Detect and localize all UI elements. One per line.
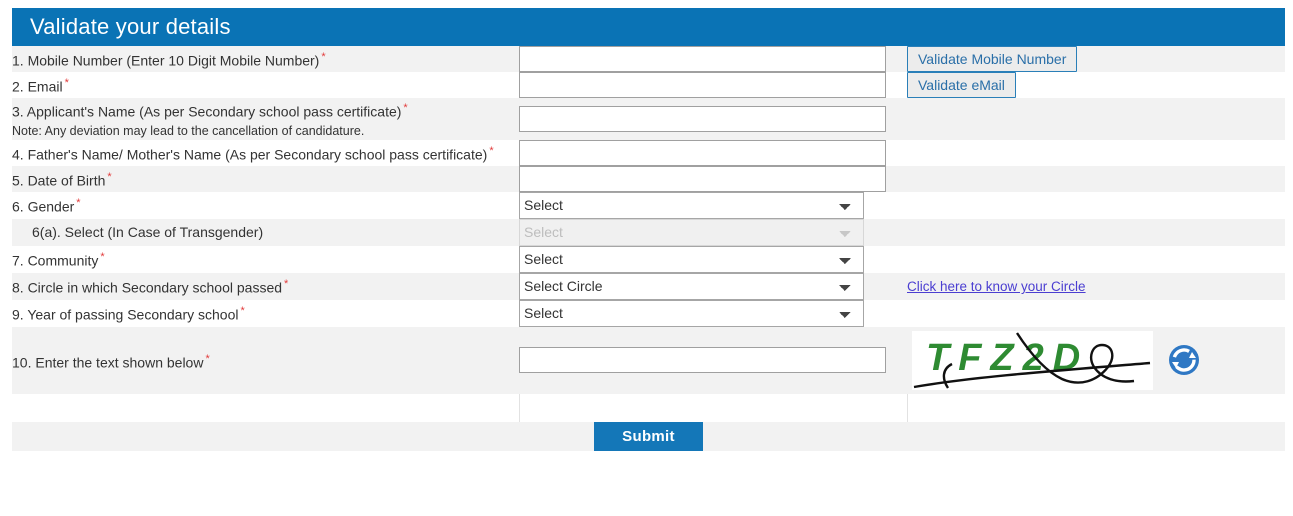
spacer-cell-left [12,394,520,423]
row-label-cell: 4. Father's Name/ Mother's Name (As per … [12,139,519,166]
form-rows: 1. Mobile Number (Enter 10 Digit Mobile … [12,46,1285,452]
table-row: 1. Mobile Number (Enter 10 Digit Mobile … [12,46,1285,72]
required-asterisk: * [403,102,408,114]
field-label: 4. Father's Name/ Mother's Name (As per … [12,146,488,163]
page-root: Validate your details 1. Mobile Number (… [0,0,1293,516]
submit-cell: Submit [12,422,1285,452]
row-label-cell: 1. Mobile Number (Enter 10 Digit Mobile … [12,46,519,72]
row-field-cell [519,165,907,192]
field-label: 10. Enter the text shown below [12,354,204,371]
required-asterisk: * [64,77,69,90]
table-row: 6(a). Select (In Case of Transgender) Se… [12,218,1285,246]
row-field-cell: Select [519,218,907,246]
captcha-noise-lines [913,332,1151,389]
field-label: 7. Community [12,252,99,269]
required-asterisk: * [76,197,81,210]
table-row: 10. Enter the text shown below * TFZ2D [12,326,1285,395]
gender-select[interactable]: Select [519,191,864,219]
field-label: 2. Email [12,78,63,95]
row-label-cell: 9. Year of passing Secondary school * [12,299,519,327]
field-label: 3. Applicant's Name (As per Secondary sc… [12,103,402,120]
required-asterisk: * [100,251,105,264]
validate-email-button[interactable]: Validate eMail [907,72,1016,98]
required-asterisk: * [321,51,326,64]
required-asterisk: * [284,278,289,291]
field-label: 8. Circle in which Secondary school pass… [12,279,283,296]
year-of-passing-select[interactable]: Select [519,299,864,327]
refresh-icon[interactable] [1167,343,1201,377]
validate-details-panel: Validate your details 1. Mobile Number (… [12,8,1285,452]
row-extra-cell: Validate Mobile Number [907,46,1285,72]
table-row: 9. Year of passing Secondary school * Sel… [12,299,1285,327]
know-your-circle-link[interactable]: Click here to know your Circle [907,279,1086,294]
row-field-cell [519,72,907,98]
circle-select[interactable]: Select Circle [519,272,864,300]
required-asterisk: * [240,305,245,318]
spacer-cell-right [907,394,1285,423]
row-field-cell: Select [519,191,907,219]
row-label-cell: 6. Gender * [12,191,519,219]
row-extra-cell [907,245,1285,273]
parent-name-input[interactable] [519,139,886,166]
row-label-cell: 5. Date of Birth * [12,165,519,192]
row-field-cell [519,326,907,395]
field-label: 9. Year of passing Secondary school [12,306,239,323]
mobile-number-input[interactable] [519,46,886,72]
row-extra-cell [907,191,1285,219]
validate-mobile-number-button[interactable]: Validate Mobile Number [907,46,1078,72]
applicant-name-input[interactable] [519,105,886,132]
row-extra-cell [907,165,1285,192]
required-asterisk: * [107,170,112,183]
row-label-cell: 3. Applicant's Name (As per Secondary sc… [12,98,519,140]
captcha-image: TFZ2D [912,330,1153,390]
row-field-cell: Select [519,245,907,273]
row-field-cell: Select Circle [519,272,907,300]
row-field-cell [519,46,907,72]
row-field-cell: Select [519,299,907,327]
required-asterisk: * [489,144,494,157]
table-row: 8. Circle in which Secondary school pass… [12,272,1285,300]
row-extra-cell: Click here to know your Circle [907,272,1285,300]
validate-details-form: 1. Mobile Number (Enter 10 Digit Mobile … [12,46,1285,452]
table-row: 7. Community * Select [12,245,1285,273]
submit-row: Submit [12,422,1285,452]
spacer-cell-mid [519,394,908,423]
required-asterisk: * [205,352,210,365]
page-title: Validate your details [12,8,1285,46]
table-row: 6. Gender * Select [12,191,1285,219]
table-row: 3. Applicant's Name (As per Secondary sc… [12,98,1285,140]
submit-button[interactable]: Submit [594,422,703,452]
row-label-cell: 8. Circle in which Secondary school pass… [12,272,519,300]
row-label-cell: 2. Email * [12,72,519,98]
row-field-cell [519,98,907,140]
table-row: 4. Father's Name/ Mother's Name (As per … [12,139,1285,166]
row-extra-cell: Validate eMail [907,72,1285,98]
field-label: 1. Mobile Number (Enter 10 Digit Mobile … [12,52,320,69]
table-row: 5. Date of Birth * [12,165,1285,192]
row-label-cell: 6(a). Select (In Case of Transgender) [12,218,519,246]
spacer-row [12,394,1285,423]
row-extra-cell: TFZ2D [907,326,1285,395]
row-extra-cell [907,98,1285,140]
field-label: 6. Gender [12,198,75,215]
table-row: 2. Email * Validate eMail [12,72,1285,98]
transgender-select[interactable]: Select [519,218,864,246]
captcha-input[interactable] [519,347,886,374]
captcha-area: TFZ2D [912,330,1285,390]
row-label-cell: 7. Community * [12,245,519,273]
row-extra-cell [907,139,1285,166]
applicant-name-note: Note: Any deviation may lead to the canc… [12,123,365,138]
email-input[interactable] [519,72,886,98]
row-extra-cell [907,299,1285,327]
date-of-birth-input[interactable] [519,165,886,192]
row-label-cell: 10. Enter the text shown below * [12,326,519,395]
field-label: 5. Date of Birth [12,172,106,189]
row-field-cell [519,139,907,166]
row-extra-cell [907,218,1285,246]
field-label: 6(a). Select (In Case of Transgender) [32,224,264,241]
community-select[interactable]: Select [519,245,864,273]
